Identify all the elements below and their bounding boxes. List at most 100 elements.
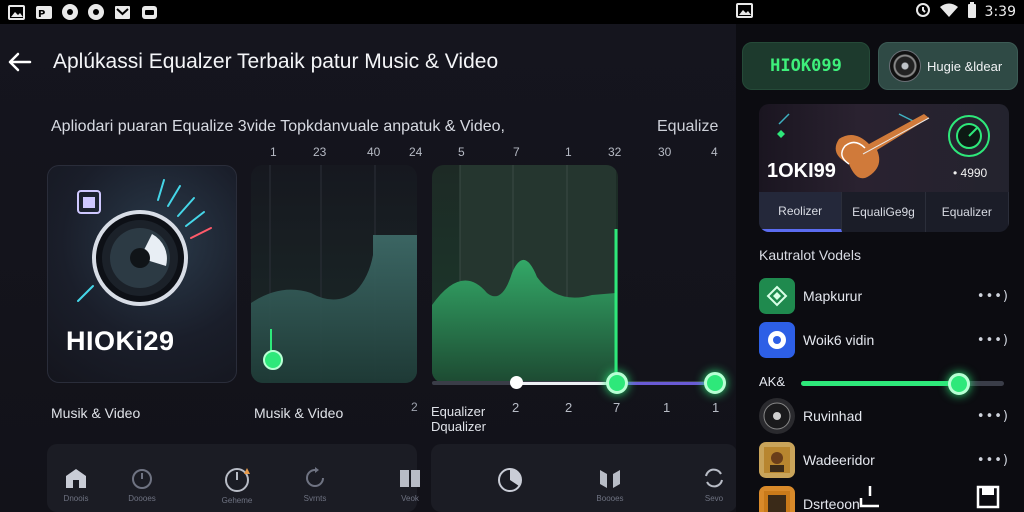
tick-label: 30: [658, 145, 672, 159]
eq-value: 2: [512, 400, 520, 415]
account-button[interactable]: Hugie &ldear: [878, 42, 1018, 90]
tick-label: 1: [565, 145, 572, 159]
list-item[interactable]: Woik6 vidin •••): [759, 320, 1009, 360]
tick-label: 7: [513, 145, 520, 159]
main-panel: Aplúkassi Equalzer Terbaik patur Music &…: [0, 24, 737, 512]
volume-slider[interactable]: AK&: [759, 368, 1009, 398]
more-icon[interactable]: •••): [977, 333, 1009, 348]
featured-count: • 4990: [953, 166, 988, 180]
nav-label: Svrnts: [303, 494, 327, 503]
tab-equalizer-2[interactable]: Equalizer: [926, 192, 1009, 232]
list-item[interactable]: Ruvinhad •••): [759, 396, 1009, 436]
featured-tabs: Reolizer EqualiGe9g Equalizer: [759, 192, 1009, 232]
more-icon[interactable]: •••): [977, 409, 1009, 424]
eq-panel-1-marker: 2: [411, 400, 418, 414]
vinyl-icon: [759, 398, 795, 434]
eq-slider-knob[interactable]: [510, 376, 523, 389]
dot-icon: [62, 4, 78, 20]
tick-label: 1: [270, 145, 277, 159]
nav-item-books[interactable]: Veok: [388, 466, 432, 503]
status-icons-right: 3:39: [915, 0, 1016, 24]
tick-label: 4: [711, 145, 718, 159]
mail-icon: [114, 5, 131, 20]
tick-label: 32: [608, 145, 622, 159]
eq-curve-1: [251, 165, 417, 383]
featured-banner[interactable]: 1OKI99 • 4990: [759, 104, 1009, 198]
nav-label: Boooes: [596, 494, 624, 503]
eq-value: 1: [663, 400, 671, 415]
more-icon[interactable]: •••): [977, 453, 1009, 468]
nav-label: Dnoois: [63, 494, 89, 503]
app-card-caption: Musik & Video: [51, 405, 141, 421]
tick-labels: 1 23 40 24 5 7 1 32 30 4: [0, 145, 736, 163]
tick-label: 24: [409, 145, 423, 159]
clock-icon: [225, 468, 250, 492]
home-icon: [66, 469, 86, 488]
timer-icon: [132, 469, 152, 489]
list-item[interactable]: Mapkurur •••): [759, 276, 1009, 316]
nav-item-clock[interactable]: Geheme: [215, 466, 259, 505]
back-button[interactable]: [6, 48, 34, 76]
eq-slider-knob-green[interactable]: [606, 372, 628, 394]
featured-title: 1OKI99: [767, 160, 836, 182]
app-logo-text: HIOKi29: [66, 326, 175, 356]
tick-label: 23: [313, 145, 327, 159]
eq-panel-2-caption-sub: Dqualizer: [431, 419, 486, 434]
nav-label: Veok: [401, 494, 419, 503]
app-logo-card[interactable]: HIOKi29: [47, 165, 237, 383]
eq-curve-2: [432, 165, 618, 383]
video-icon: [759, 322, 795, 358]
album-art-icon: [759, 486, 795, 512]
equalizer-panel-1[interactable]: [251, 165, 417, 383]
tick-label: 40: [367, 145, 381, 159]
nav-item-refresh[interactable]: Svrnts: [293, 466, 337, 503]
wifi-icon: [939, 2, 959, 22]
nav-item-home[interactable]: Dnoois: [54, 466, 98, 503]
sync-icon: [705, 468, 723, 488]
eq-panel-2-caption: Equalizer: [431, 404, 486, 419]
nav-item-library[interactable]: Boooes: [588, 466, 632, 503]
section-title: Kautralot Vodels: [759, 247, 861, 263]
page-title: Aplúkassi Equalzer Terbaik patur Music &…: [53, 50, 499, 73]
tab-equalizer-1[interactable]: EqualiGe9g: [842, 192, 926, 232]
arrow-left-icon: [8, 52, 32, 72]
list-item-label: Wadeeridor: [803, 452, 875, 468]
status-bar: P 3:39: [0, 0, 1024, 24]
nav-label: Geheme: [221, 496, 253, 505]
tick-label: 5: [458, 145, 465, 159]
app-root: P 3:39 Aplúkassi Equalzer Terbaik patur …: [0, 0, 1024, 512]
brand-button[interactable]: HIOK099: [742, 42, 870, 90]
brand-icon: P: [35, 5, 52, 20]
list-item[interactable]: Dsrteoon: [759, 484, 1009, 512]
volume-label: AK&: [759, 374, 786, 389]
chat-icon: [141, 5, 158, 20]
save-icon[interactable]: [975, 484, 1001, 512]
nav-item-pie[interactable]: [488, 466, 532, 498]
eq-value: 2: [565, 400, 573, 415]
svg-text:P: P: [38, 9, 45, 20]
diamond-icon: [759, 278, 795, 314]
more-icon[interactable]: •••): [977, 289, 1009, 304]
eq-panel-1-caption: Musik & Video: [254, 405, 344, 421]
guitar-icon: [777, 113, 990, 179]
play-pause-icon[interactable]: [857, 484, 883, 512]
bottom-nav: Dnoois Doooes Geheme Svrnts Veok Boooes …: [47, 444, 737, 512]
refresh-icon: [306, 467, 324, 487]
books-icon: [400, 470, 420, 487]
nav-item-sync[interactable]: Sevo: [692, 466, 736, 503]
equalizer-panel-2[interactable]: [432, 165, 618, 383]
eq-slider-fill: [516, 382, 616, 385]
eq-slider-knob-green[interactable]: [704, 372, 726, 394]
nav-label: Sevo: [704, 494, 724, 503]
eq-slider-fill-secondary: [616, 382, 716, 385]
volume-knob[interactable]: [948, 373, 971, 395]
nav-item-timer[interactable]: Doooes: [120, 466, 164, 503]
image-icon: [736, 3, 753, 22]
album-art-icon: [759, 442, 795, 478]
clock-time: 3:39: [984, 4, 1016, 20]
side-panel: HIOK099 Hugie &ldear 1OKI99 • 4990 Reoli…: [736, 24, 1024, 512]
dot-icon: [88, 4, 104, 20]
image-icon: [8, 4, 25, 20]
list-item[interactable]: Wadeeridor •••): [759, 440, 1009, 480]
tab-realizer[interactable]: Reolizer: [759, 192, 843, 232]
